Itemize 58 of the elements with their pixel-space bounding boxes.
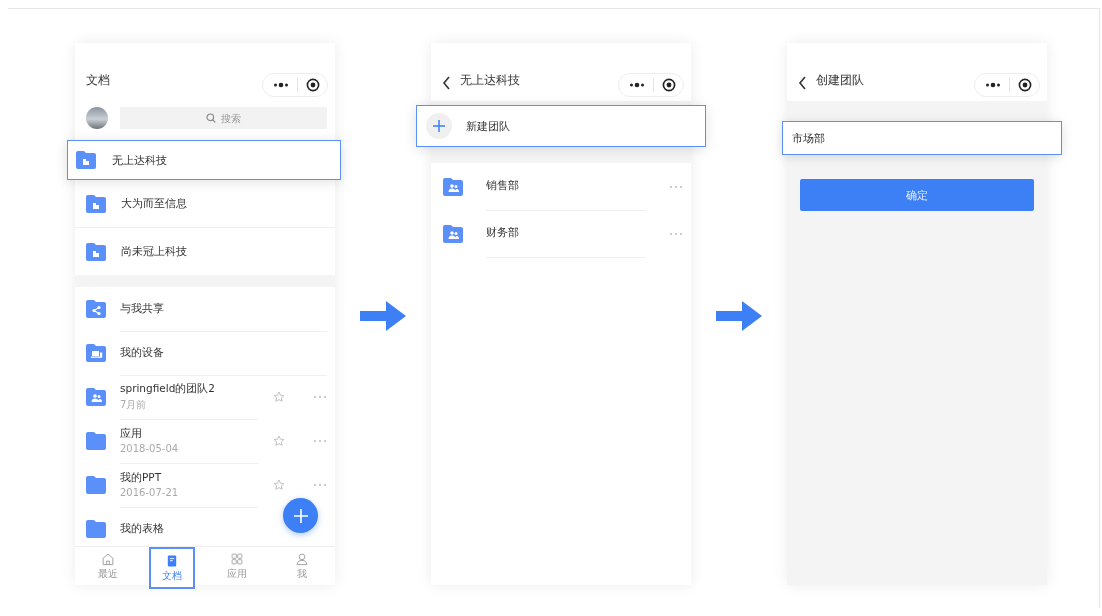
department-name: 销售部	[486, 179, 520, 193]
team-item[interactable]: 无上达科技	[67, 140, 341, 180]
page-title: 创建团队	[816, 72, 865, 89]
file-item[interactable]: 应用 2018-05-04	[75, 419, 335, 463]
search-icon	[205, 113, 216, 123]
file-date: 2018-05-04	[120, 443, 180, 454]
folder-icon	[86, 432, 106, 450]
arrow-icon	[360, 301, 406, 331]
tab[interactable]: 文档	[149, 547, 196, 589]
home-icon	[100, 551, 115, 566]
target-icon[interactable]	[306, 78, 320, 92]
target-icon[interactable]	[1018, 78, 1032, 92]
target-icon[interactable]	[662, 78, 676, 92]
device-folder-icon	[86, 344, 106, 362]
avatar[interactable]	[86, 107, 108, 129]
more-icon[interactable]	[985, 82, 1001, 88]
building-folder-icon	[86, 242, 106, 261]
back-icon[interactable]	[442, 76, 452, 90]
person-icon	[295, 551, 310, 566]
more-icon[interactable]	[273, 82, 289, 88]
people-folder-icon	[86, 388, 106, 406]
grid-icon	[230, 551, 244, 566]
folder-icon	[86, 476, 106, 494]
department-name: 财务部	[486, 226, 520, 240]
file-name: 我的设备	[120, 345, 165, 360]
file-item[interactable]: 与我共享	[75, 287, 335, 331]
file-name: 我的PPT	[120, 471, 163, 485]
new-team-button[interactable]: 新建团队	[416, 105, 706, 147]
page-title: 无上达科技	[460, 72, 521, 89]
file-date: 2016-07-21	[120, 487, 180, 498]
team-item[interactable]: 大为而至信息	[75, 180, 335, 228]
star-icon[interactable]	[273, 391, 285, 403]
file-name: 应用	[120, 427, 143, 441]
department-item[interactable]: 财务部	[431, 210, 691, 257]
folder-icon	[86, 520, 106, 538]
plus-icon	[292, 507, 309, 524]
file-item[interactable]: 我的设备	[75, 331, 335, 375]
building-folder-icon	[76, 151, 96, 169]
people-folder-icon	[443, 177, 463, 196]
more-icon[interactable]	[629, 82, 645, 88]
star-icon[interactable]	[273, 435, 285, 447]
department-item[interactable]: 销售部	[431, 163, 691, 210]
people-folder-icon	[443, 224, 463, 243]
arrow-icon	[716, 301, 762, 331]
file-name: 我的表格	[120, 521, 165, 536]
share-folder-icon	[86, 300, 106, 318]
team-name-field[interactable]: 市场部	[782, 121, 1062, 155]
plus-icon	[432, 119, 446, 133]
team-item[interactable]: 尚未冠上科技	[75, 228, 335, 275]
page-title: 文档	[86, 72, 111, 89]
file-date: 7月前	[120, 397, 148, 412]
file-name: 与我共享	[120, 301, 165, 316]
building-folder-icon	[86, 194, 106, 213]
back-icon[interactable]	[798, 76, 808, 90]
star-icon[interactable]	[273, 479, 285, 491]
search-field[interactable]: 搜索	[120, 107, 327, 129]
file-name: springfield的团队2	[120, 381, 217, 396]
file-item[interactable]: springfield的团队2 7月前	[75, 375, 335, 419]
